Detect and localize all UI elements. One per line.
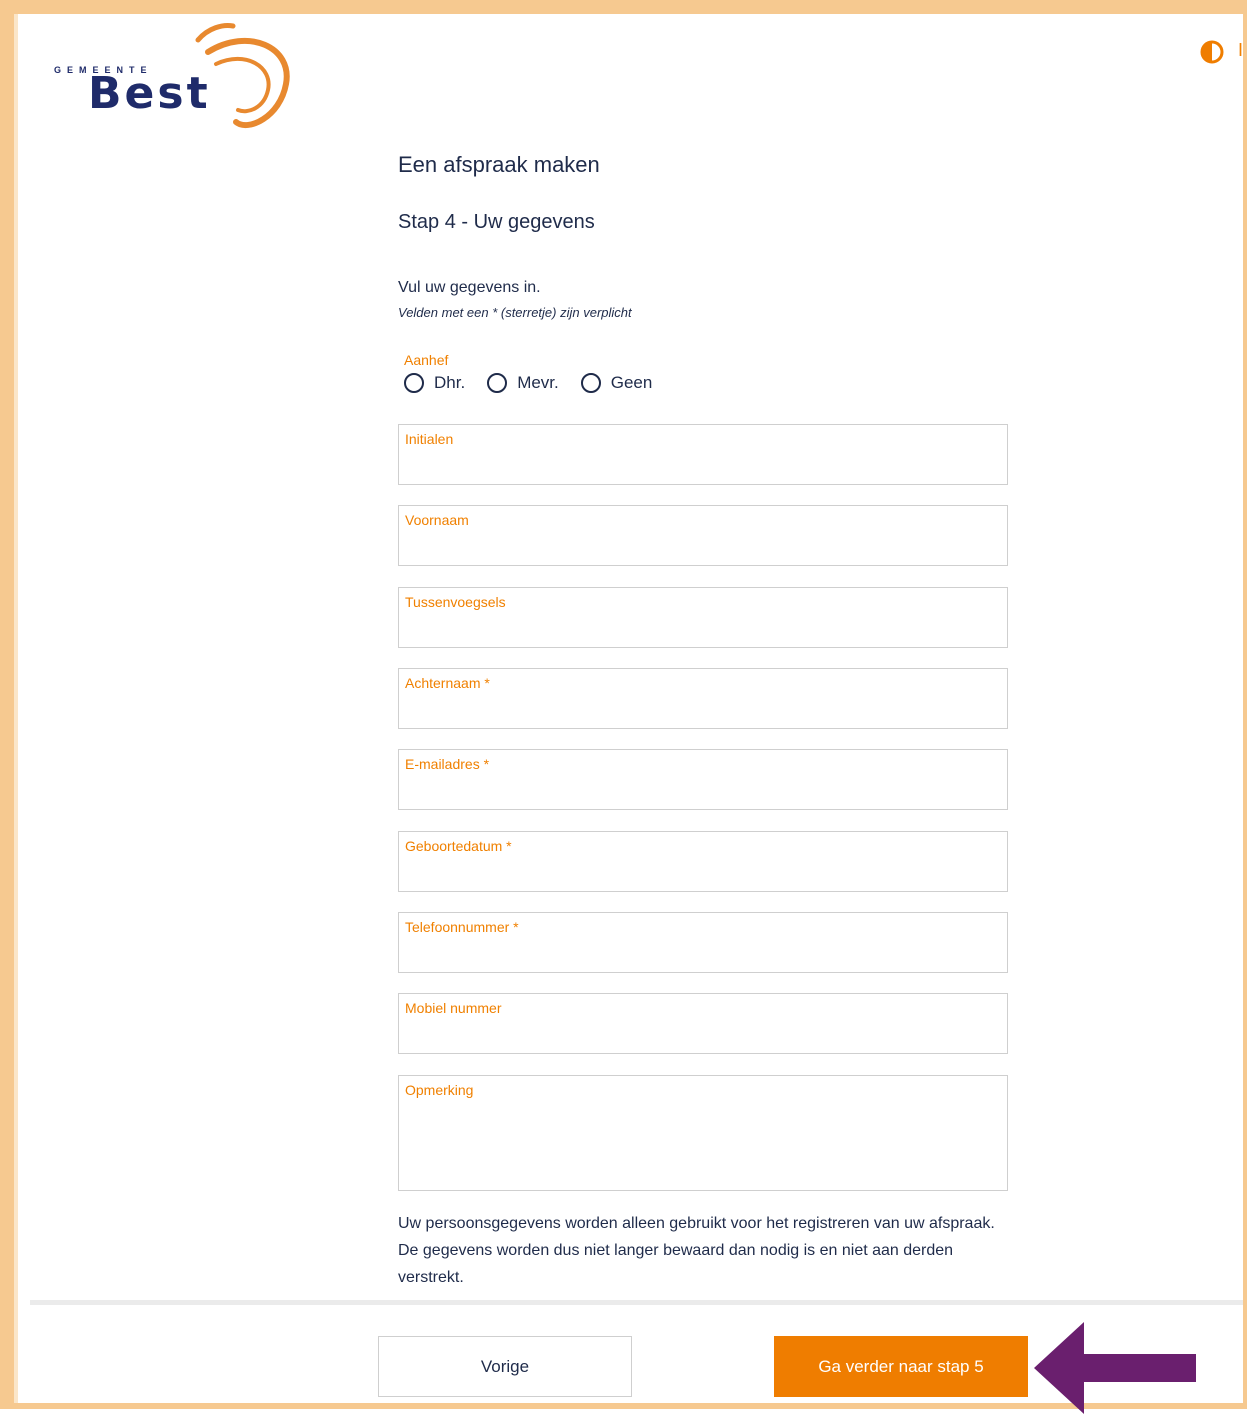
gemeente-best-logo[interactable]: GEMEENTE Best <box>48 22 298 132</box>
initialen-field[interactable]: Initialen <box>398 424 1008 485</box>
initialen-label: Initialen <box>405 431 454 447</box>
achternaam-label: Achternaam * <box>405 675 490 691</box>
radio-mevr-label[interactable]: Mevr. <box>517 373 559 393</box>
radio-dhr-circle[interactable] <box>404 373 424 393</box>
page-title: Een afspraak maken <box>398 152 600 177</box>
radio-dhr-label[interactable]: Dhr. <box>434 373 465 393</box>
privacy-notice: Uw persoonsgegevens worden alleen gebrui… <box>398 1215 995 1286</box>
logo-name-text: Best <box>88 68 211 119</box>
radio-mevr[interactable]: Mevr. <box>487 373 559 393</box>
step-title: Stap 4 - Uw gegevens <box>398 211 595 233</box>
aanhef-label: Aanhef <box>404 352 449 368</box>
footer-divider <box>30 1300 1243 1305</box>
annotation-arrow-icon <box>1034 1322 1196 1414</box>
geboortedatum-label: Geboortedatum * <box>405 838 512 854</box>
tussenvoegsels-label: Tussenvoegsels <box>405 594 506 610</box>
tussenvoegsels-field[interactable]: Tussenvoegsels <box>398 587 1008 648</box>
previous-button[interactable]: Vorige <box>378 1336 632 1397</box>
mobiel-nummer-field[interactable]: Mobiel nummer <box>398 993 1008 1054</box>
radio-geen-circle[interactable] <box>580 373 601 393</box>
email-field[interactable]: E-mailadres * <box>398 749 1008 810</box>
voornaam-label: Voornaam <box>405 512 469 528</box>
radio-dhr[interactable]: Dhr. <box>404 373 465 393</box>
email-label: E-mailadres * <box>405 756 490 772</box>
opmerking-textarea[interactable]: Opmerking <box>398 1075 1008 1191</box>
mobiel-nummer-label: Mobiel nummer <box>405 1000 502 1016</box>
telefoonnummer-label: Telefoonnummer * <box>405 919 519 935</box>
telefoonnummer-field[interactable]: Telefoonnummer * <box>398 912 1008 973</box>
contrast-toggle-icon[interactable] <box>1200 40 1224 64</box>
radio-geen[interactable]: Geen <box>580 373 653 393</box>
intro-text: Vul uw gegevens in. <box>398 279 541 296</box>
aanhef-radio-group: Dhr. Mevr. Geen <box>404 373 674 393</box>
header-cut-text: I <box>1238 40 1244 60</box>
radio-mevr-circle[interactable] <box>487 373 508 393</box>
next-step-button[interactable]: Ga verder naar stap 5 <box>774 1336 1028 1397</box>
voornaam-field[interactable]: Voornaam <box>398 505 1008 566</box>
achternaam-field[interactable]: Achternaam * <box>398 668 1008 729</box>
opmerking-label: Opmerking <box>405 1082 474 1098</box>
geboortedatum-field[interactable]: Geboortedatum * <box>398 831 1008 892</box>
radio-geen-label[interactable]: Geen <box>611 373 653 393</box>
required-note: Velden met een * (sterretje) zijn verpli… <box>398 305 632 320</box>
